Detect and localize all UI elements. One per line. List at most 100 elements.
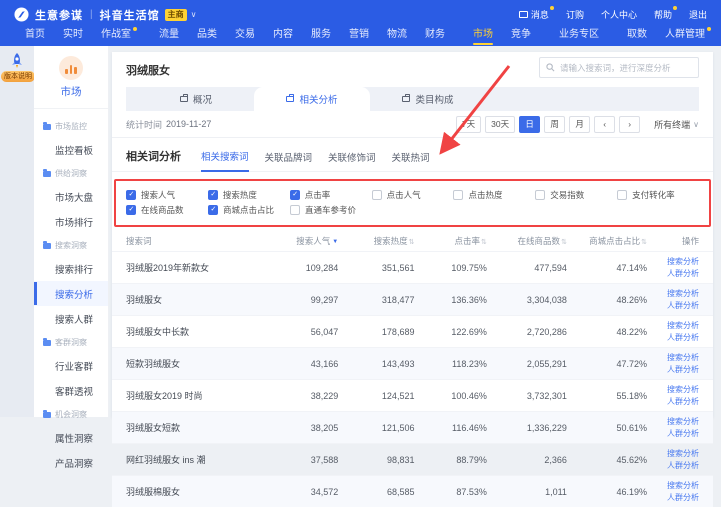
subtab-related-search-words[interactable]: 相关搜索词 <box>201 149 249 172</box>
nav-item-audience-mgmt[interactable]: 人群管理 <box>656 27 714 45</box>
table-row[interactable]: 网红羽绒服女 ins 潮 37,588 98,831 88.79% 2,366 … <box>112 443 713 475</box>
range-7d-button[interactable]: 7天 <box>456 116 481 133</box>
nav-item-traffic[interactable]: 流量 <box>150 27 188 45</box>
table-row[interactable]: 羽绒服女 99,297 318,477 136.36% 3,304,038 48… <box>112 283 713 315</box>
nav-item-trade[interactable]: 交易 <box>226 27 264 45</box>
search-analysis-link[interactable]: 搜索分析 <box>667 288 699 299</box>
metric-checkbox-search-popularity[interactable]: 搜索人气 <box>126 189 208 201</box>
subscribe-link[interactable]: 订购 <box>566 8 584 21</box>
search-analysis-link[interactable]: 搜索分析 <box>667 416 699 427</box>
prev-page-button[interactable]: ‹ <box>594 116 615 133</box>
sidebar-item-monitor-board[interactable]: 监控看板 <box>34 137 108 162</box>
messages-link[interactable]: 消息 <box>519 8 549 21</box>
tab-overview[interactable]: 概况 <box>138 87 254 111</box>
tab-related-analysis[interactable]: 相关分析 <box>254 87 370 111</box>
audience-analysis-link[interactable]: 人群分析 <box>667 364 699 375</box>
nav-item-realtime[interactable]: 实时 <box>54 27 92 45</box>
nav-item-service[interactable]: 服务 <box>302 27 340 45</box>
metric-checkbox-mall-click-share[interactable]: 商城点击占比 <box>208 204 290 216</box>
sidebar-item-industry-customers[interactable]: 行业客群 <box>34 353 108 378</box>
sidebar-item-search-ranking[interactable]: 搜索排行 <box>34 256 108 281</box>
metric-checkbox-trade-index[interactable]: 交易指数 <box>535 189 617 201</box>
col-search-heat[interactable]: 搜索热度⇅ <box>342 235 418 247</box>
metric-checkbox-click-rate[interactable]: 点击率 <box>290 189 372 201</box>
search-analysis-link[interactable]: 搜索分析 <box>667 480 699 491</box>
nav-item-home[interactable]: 首页 <box>16 27 54 45</box>
keyword-search-box[interactable] <box>539 57 699 78</box>
col-mall-click-share[interactable]: 商城点击占比⇅ <box>571 235 651 247</box>
help-link[interactable]: 帮助 <box>654 8 672 21</box>
col-click-rate[interactable]: 点击率⇅ <box>418 235 490 247</box>
table-row[interactable]: 羽绒服棉服女 34,572 68,585 87.53% 1,011 46.19%… <box>112 475 713 507</box>
version-notes-badge[interactable]: 版本说明 <box>1 71 35 82</box>
nav-item-marketing[interactable]: 营销 <box>340 27 378 45</box>
audience-analysis-link[interactable]: 人群分析 <box>667 492 699 503</box>
audience-analysis-link[interactable]: 人群分析 <box>667 300 699 311</box>
sidebar-item-attribute-insight[interactable]: 属性洞察 <box>34 425 108 450</box>
audience-analysis-link[interactable]: 人群分析 <box>667 268 699 279</box>
audience-analysis-link[interactable]: 人群分析 <box>667 428 699 439</box>
search-analysis-link[interactable]: 搜索分析 <box>667 320 699 331</box>
terminal-filter-dropdown[interactable]: 所有终端∨ <box>654 118 699 131</box>
nav-item-logistics[interactable]: 物流 <box>378 27 416 45</box>
subtab-modifier-words[interactable]: 关联修饰词 <box>328 150 376 171</box>
nav-item-competition[interactable]: 竞争 <box>502 27 540 45</box>
nav-item-business-zone[interactable]: 业务专区 <box>550 27 608 45</box>
nav-item-category[interactable]: 品类 <box>188 27 226 45</box>
sidebar-item-market-ranking[interactable]: 市场排行 <box>34 209 108 234</box>
nav-item-content[interactable]: 内容 <box>264 27 302 45</box>
tab-category-composition[interactable]: 类目构成 <box>370 87 486 111</box>
metric-checkbox-online-products[interactable]: 在线商品数 <box>126 204 208 216</box>
sidebar-item-search-audience[interactable]: 搜索人群 <box>34 306 108 331</box>
metric-checkbox-ztc-ref-price[interactable]: 直通车参考价 <box>290 204 372 216</box>
search-analysis-link[interactable]: 搜索分析 <box>667 384 699 395</box>
range-month-button[interactable]: 月 <box>569 116 590 133</box>
notification-dot <box>133 27 137 31</box>
search-analysis-link[interactable]: 搜索分析 <box>667 352 699 363</box>
audience-analysis-link[interactable]: 人群分析 <box>667 396 699 407</box>
rocket-icon[interactable] <box>7 51 27 71</box>
table-row[interactable]: 羽绒服女2019 时尚 38,229 124,521 100.46% 3,732… <box>112 379 713 411</box>
metric-checkbox-click-heat[interactable]: 点击热度 <box>453 189 535 201</box>
briefcase-icon <box>286 96 294 102</box>
sidebar-item-product-insight[interactable]: 产品洞察 <box>34 450 108 475</box>
nav-item-data-fetch[interactable]: 取数 <box>618 27 656 45</box>
col-online-products[interactable]: 在线商品数⇅ <box>491 235 571 247</box>
app-header: 生意参谋 | 抖音生活馆 主商 ∨ 消息 订购 个人中心 帮助 退出 首页 实时… <box>0 0 721 46</box>
subtab-hot-words[interactable]: 关联热词 <box>392 150 430 171</box>
table-row[interactable]: 羽绒服2019年新款女 109,284 351,561 109.75% 477,… <box>112 251 713 283</box>
search-input[interactable] <box>560 63 692 73</box>
chevron-down-icon[interactable]: ∨ <box>191 10 197 19</box>
sidebar-item-market-overview[interactable]: 市场大盘 <box>34 184 108 209</box>
metric-checkbox-pay-conversion[interactable]: 支付转化率 <box>617 189 699 201</box>
brand-badge: 主商 <box>165 9 187 21</box>
sidebar-item-search-analysis[interactable]: 搜索分析 <box>34 281 108 306</box>
sidebar-item-customer-perspective[interactable]: 客群透视 <box>34 378 108 403</box>
logout-link[interactable]: 退出 <box>689 8 707 21</box>
search-analysis-link[interactable]: 搜索分析 <box>667 448 699 459</box>
table-row[interactable]: 短款羽绒服女 43,166 143,493 118.23% 2,055,291 … <box>112 347 713 379</box>
table-row[interactable]: 羽绒服女短款 38,205 121,506 116.46% 1,336,229 … <box>112 411 713 443</box>
audience-analysis-link[interactable]: 人群分析 <box>667 460 699 471</box>
search-analysis-link[interactable]: 搜索分析 <box>667 256 699 267</box>
next-page-button[interactable]: › <box>619 116 640 133</box>
metric-checkbox-click-popularity[interactable]: 点击人气 <box>372 189 454 201</box>
audience-analysis-link[interactable]: 人群分析 <box>667 332 699 343</box>
range-30d-button[interactable]: 30天 <box>485 116 515 133</box>
personal-center-link[interactable]: 个人中心 <box>601 8 637 21</box>
cell-value: 45.62% <box>571 455 651 465</box>
nav-item-war-room[interactable]: 作战室 <box>92 27 140 45</box>
metric-checkbox-search-heat[interactable]: 搜索热度 <box>208 189 290 201</box>
range-week-button[interactable]: 周 <box>544 116 565 133</box>
main-nav: 首页 实时 作战室 流量 品类 交易 内容 服务 营销 物流 财务 市场 竞争 … <box>0 26 721 45</box>
nav-item-market[interactable]: 市场 <box>464 27 502 45</box>
cell-value: 143,493 <box>342 359 418 369</box>
subtab-brand-words[interactable]: 关联品牌词 <box>265 150 313 171</box>
range-day-button[interactable]: 日 <box>519 116 540 133</box>
col-search-popularity[interactable]: 搜索人气▼ <box>266 235 342 247</box>
checkbox-icon <box>617 190 627 200</box>
table-row[interactable]: 羽绒服女中长款 56,047 178,689 122.69% 2,720,286… <box>112 315 713 347</box>
nav-item-finance[interactable]: 财务 <box>416 27 454 45</box>
nav-item-academy[interactable]: 学院 <box>714 27 721 45</box>
folder-icon <box>43 340 51 346</box>
